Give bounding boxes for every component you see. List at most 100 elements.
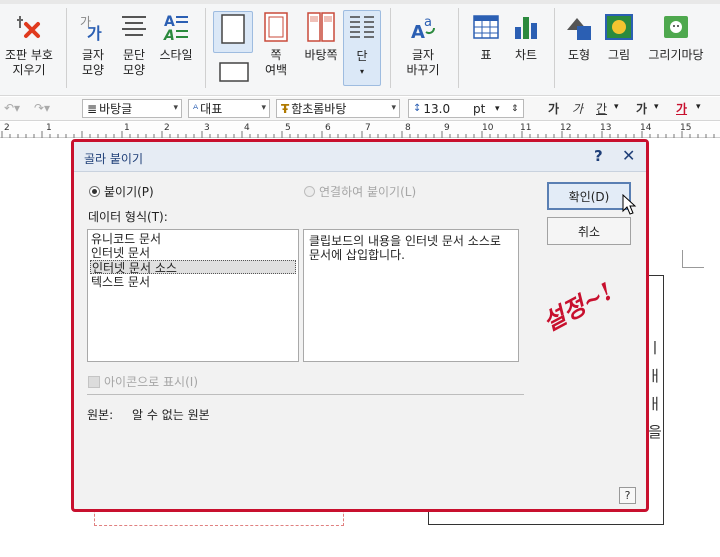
dialog-help-button[interactable]: ? [619,487,636,504]
ribbon-top-strip [0,0,720,4]
style-button[interactable]: AA 스타일 [154,10,198,63]
language-combo[interactable]: ᴬ 대표 ▾ [188,99,270,118]
columns-icon [345,11,379,45]
page-landscape-icon [217,60,251,84]
list-item[interactable]: 인터넷 문서 [90,246,150,260]
paragraph-shape-button[interactable]: 문단 모양 [114,10,154,78]
ribbon-separator [390,8,391,88]
paragraph-shape-icon [117,10,151,44]
format-toolbar: ↶▾ ↷▾ ≣ 바탕글 ▾ ᴬ 대표 ▾ Ŧ 함초롬바탕 ▾ ↕ 13.0 pt… [0,97,720,121]
svg-text:가: 가 [87,24,102,42]
document-char: 을 [648,423,662,441]
language-combo-icon: ᴬ [193,101,199,116]
mouse-cursor-icon [622,194,637,215]
cancel-button[interactable]: 취소 [547,217,631,245]
svg-text:A: A [411,22,425,42]
page-margin-icon [259,10,293,44]
radio-empty-icon [304,186,315,197]
master-page-label: 바탕쪽 [304,48,338,62]
clear-markup-button[interactable]: 조판 부호 지우기 [0,10,58,78]
source-value: 알 수 없는 원본 [132,408,210,422]
master-page-button[interactable]: 바탕쪽 [299,10,343,63]
char-shape-label-1: 글자 [81,48,105,62]
language-combo-value: 대표 [200,102,223,116]
data-format-list[interactable]: 유니코드 문서 인터넷 문서 인터넷 문서 소스 텍스트 문서 [87,229,299,362]
clear-markup-label-1: 조판 부호 [5,48,53,62]
table-icon [469,10,503,44]
font-combo[interactable]: Ŧ 함초롬바탕 ▾ [276,99,400,118]
dialog-title-bar[interactable]: 골라 붙이기 ? ✕ [74,142,646,172]
chart-button[interactable]: 차트 [506,10,546,63]
columns-label: 단 [356,49,368,63]
underline-button[interactable]: 간 [596,100,607,117]
font-size-unit: pt [473,101,486,116]
spinner-icon[interactable]: ⇕ [511,104,519,114]
ok-button[interactable]: 확인(D) [547,182,631,210]
page-margin-label-2: 여백 [264,63,288,77]
dialog-divider [87,394,524,395]
paste-radio-label: 붙이기(P) [104,185,154,199]
clipart-icon [659,10,693,44]
document-char: ㅐ [648,367,662,385]
radio-selected-icon [89,186,100,197]
char-replace-label-1: 글자 [411,48,435,62]
document-text-column: ㅣ ㅐ ㅐ 을 [648,334,662,446]
style-combo[interactable]: ≣ 바탕글 ▾ [82,99,182,118]
style-label: 스타일 [159,48,193,62]
font-color-button[interactable]: 가 [676,100,687,117]
chevron-down-icon[interactable]: ▾ [654,102,659,112]
strikethrough-button[interactable]: 가 [636,100,647,117]
page-button[interactable] [213,11,253,53]
help-icon[interactable]: ? [594,147,603,165]
display-as-icon-checkbox[interactable]: 아이콘으로 표시(I) [88,373,198,390]
ribbon-separator [205,8,206,88]
list-item-selected[interactable]: 인터넷 문서 소스 [90,260,296,275]
char-replace-button[interactable]: Aa 글자 바꾸기 [398,10,448,78]
document-char: ㅣ [648,339,662,357]
eraser-x-icon [12,10,46,44]
ribbon-separator [458,8,459,88]
shape-button[interactable]: 도형 [560,10,598,63]
undo-icon[interactable]: ↶▾ [4,101,20,115]
picture-label: 그림 [607,48,631,62]
page-margin-button[interactable]: 쪽 여백 [256,10,296,78]
page-corner-mark [682,250,704,268]
font-size-combo[interactable]: ↕ 13.0 pt ▾ ⇕ [408,99,524,118]
dialog-title: 골라 붙이기 [84,152,144,166]
columns-dropdown-icon: ▾ [359,67,364,76]
list-item[interactable]: 유니코드 문서 [90,232,161,246]
char-shape-label-2: 모양 [81,63,105,77]
bold-button[interactable]: 가 [548,100,559,117]
paste-link-radio[interactable]: 연결하여 붙이기(L) [304,183,416,200]
chevron-down-icon: ▾ [173,103,178,113]
master-page-icon [304,10,338,44]
table-button[interactable]: 표 [466,10,506,63]
svg-text:a: a [424,15,432,30]
font-combo-icon: Ŧ [281,101,290,116]
clipart-button[interactable]: 그리기마당 [640,10,712,63]
shape-label: 도형 [567,48,591,62]
display-as-icon-label: 아이콘으로 표시(I) [104,375,198,389]
picture-button[interactable]: 그림 [600,10,638,63]
page-landscape-button[interactable] [214,60,254,88]
ribbon-separator [554,8,555,88]
redo-icon[interactable]: ↷▾ [34,101,50,115]
page-icon [216,12,250,46]
char-shape-button[interactable]: 가가 글자 모양 [72,10,114,78]
paste-special-dialog: 골라 붙이기 ? ✕ 붙이기(P) 연결하여 붙이기(L) 데이터 형식(T):… [71,139,649,512]
paste-radio[interactable]: 붙이기(P) [89,183,154,200]
chevron-down-icon[interactable]: ▾ [696,102,701,112]
chevron-down-icon[interactable]: ▾ [614,102,619,112]
picture-icon [602,10,636,44]
table-label: 표 [480,48,492,62]
style-icon: AA [159,10,193,44]
paste-link-radio-label: 연결하여 붙이기(L) [319,185,417,199]
chevron-down-icon: ▾ [391,103,396,113]
close-icon[interactable]: ✕ [622,146,635,165]
list-item[interactable]: 텍스트 문서 [90,275,150,289]
italic-button[interactable]: 가 [572,100,583,117]
char-replace-icon: Aa [406,10,440,44]
columns-button[interactable]: 단 ▾ [343,10,381,86]
paragraph-shape-label-1: 문단 [122,48,146,62]
svg-text:A: A [163,28,175,42]
